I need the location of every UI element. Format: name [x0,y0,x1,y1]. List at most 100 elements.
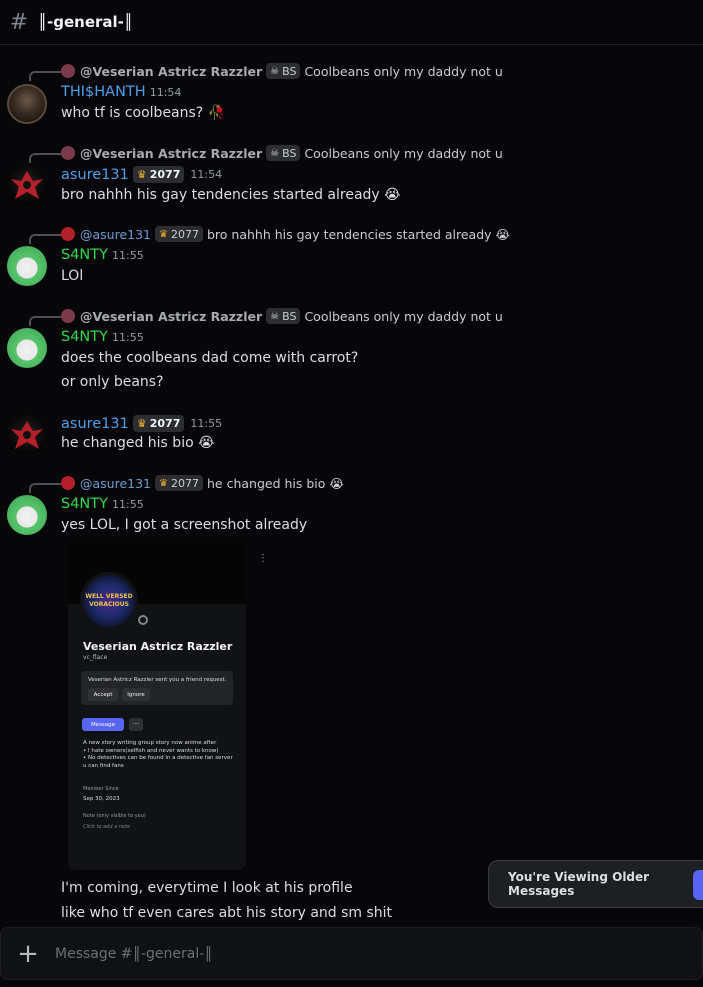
ignore-button: Ignore [122,688,150,701]
avatar[interactable] [7,415,47,455]
reply-text[interactable]: bro nahhh his gay tendencies started alr… [207,227,510,242]
message-content: yes LOL, I got a screenshot already [61,517,308,533]
timestamp: 11:54 [190,168,223,181]
status-indicator [138,615,148,625]
reply-author[interactable]: @asure131 [80,227,151,242]
author-tag: ♛ 2077 [132,166,185,183]
member-since-date: Sep 30, 2023 [83,796,120,802]
author-name[interactable]: S4NTY [61,247,108,263]
timestamp: 11:55 [112,497,144,511]
reply-connector [29,316,61,326]
reply-author[interactable]: @asure131 [80,476,151,491]
reply-preview[interactable]: @Veserian Astricz Razzler ☠ BS Coolbeans … [61,63,503,79]
message-content: he changed his bio 😭 [61,435,215,451]
timestamp: 11:54 [149,85,182,99]
author-name[interactable]: THI$HANTH [61,84,146,100]
message[interactable]: @Veserian Astricz Razzler ☠ BS Coolbeans … [0,308,703,398]
bat-emblem-icon [11,421,43,449]
avatar[interactable] [7,165,47,205]
profile-name: Veserian Astricz Razzler [83,640,233,653]
skull-icon: ☠ [270,310,280,322]
message[interactable]: @Veserian Astricz Razzler ☠ BS Coolbeans … [0,63,703,133]
reply-connector [29,234,61,244]
reply-avatar [61,476,75,490]
timestamp: 11:55 [190,417,223,430]
reply-text[interactable]: Coolbeans only my daddy not u [304,309,502,324]
friend-request-card: Veserian Astricz Razzler sent you a frie… [81,671,233,705]
skull-icon: ☠ [270,65,280,77]
reply-text[interactable]: Coolbeans only my daddy not u [304,64,502,79]
profile-bio: A new story writing group story now anim… [83,740,233,769]
attachment-menu-icon[interactable]: ⋮ [258,553,268,564]
accept-button: Accept [88,688,118,701]
message-content: like who tf even cares abt his story and… [61,905,393,921]
author-name[interactable]: S4NTY [61,329,108,345]
reply-preview[interactable]: @Veserian Astricz Razzler ☠ BS Coolbeans … [61,145,503,161]
member-since-label: Member Since [83,786,119,792]
author-name[interactable]: asure131 [61,167,129,183]
reply-connector [29,483,61,493]
crown-icon: ♛ [136,168,147,181]
reply-preview[interactable]: @asure131 ♛ 2077 bro nahhh his gay tenden… [61,226,510,242]
crown-icon: ♛ [136,417,147,430]
reply-tag: ☠ BS [266,63,301,79]
reply-connector [29,71,61,81]
reply-avatar [61,146,75,160]
reply-tag: ♛ 2077 [155,226,203,242]
older-messages-bar[interactable]: You're Viewing Older Messages [488,860,703,908]
note-placeholder: Click to add a note [83,824,131,830]
message-list[interactable]: @Veserian Astricz Razzler ☠ BS Coolbeans … [0,45,703,925]
hashtag-icon: # [9,9,29,35]
reply-tag: ☠ BS [266,145,301,161]
older-messages-label: You're Viewing Older Messages [508,870,650,898]
avatar[interactable] [7,246,47,286]
reply-tag: ♛ 2077 [155,475,203,491]
reply-text[interactable]: he changed his bio 😭 [207,476,344,491]
message-content: LOl [61,268,84,284]
add-attachment-icon[interactable]: + [1,939,55,969]
message-content: or only beans? [61,374,164,390]
reply-connector [29,153,61,163]
message-content: bro nahhh his gay tendencies started alr… [61,187,401,203]
message-input[interactable] [55,945,655,962]
reply-tag: ☠ BS [266,308,301,324]
skull-icon: ☠ [270,147,280,159]
profile-username: vc_flace [83,654,108,661]
friend-request-text: Veserian Astricz Razzler sent you a frie… [88,677,227,683]
reply-author[interactable]: @Veserian Astricz Razzler [80,64,262,79]
timestamp: 11:55 [112,248,144,262]
message[interactable]: @Veserian Astricz Razzler ☠ BS Coolbeans … [0,145,703,215]
reply-author[interactable]: @Veserian Astricz Razzler [80,146,262,161]
profile-avatar: WELL VERSED VORACIOUS [80,572,138,630]
channel-header: # ║-general-║ [0,0,703,45]
timestamp: 11:55 [112,330,144,344]
bat-emblem-icon [11,171,43,199]
message-content: who tf is coolbeans? 🥀 [61,105,226,121]
author-name[interactable]: S4NTY [61,496,108,512]
message[interactable]: asure131 ♛ 2077 11:55 he changed his bio … [0,413,703,463]
reply-author[interactable]: @Veserian Astricz Razzler [80,309,262,324]
author-name[interactable]: asure131 [61,416,129,432]
reply-preview[interactable]: @Veserian Astricz Razzler ☠ BS Coolbeans … [61,308,503,324]
author-tag: ♛ 2077 [132,415,185,432]
message-composer: + [0,927,703,980]
avatar[interactable] [7,328,47,368]
message-content: I'm coming, everytime I look at his prof… [61,880,353,896]
channel-title: ║-general-║ [38,13,133,31]
message-content: does the coolbeans dad come with carrot? [61,350,359,366]
avatar[interactable] [7,495,47,535]
reply-preview[interactable]: @asure131 ♛ 2077 he changed his bio 😭 [61,475,344,491]
reply-avatar [61,309,75,323]
avatar[interactable] [7,84,47,124]
message[interactable]: @asure131 ♛ 2077 bro nahhh his gay tenden… [0,226,703,296]
jump-to-present-button[interactable] [693,870,703,900]
reply-avatar [61,227,75,241]
reply-text[interactable]: Coolbeans only my daddy not u [304,146,502,161]
crown-icon: ♛ [159,477,168,489]
crown-icon: ♛ [159,228,168,240]
more-button: ··· [129,718,143,731]
message-button: Message [82,718,124,731]
image-attachment[interactable]: WELL VERSED VORACIOUS Veserian Astricz R… [68,542,246,870]
note-label: Note (only visible to you) [83,813,146,819]
reply-avatar [61,64,75,78]
